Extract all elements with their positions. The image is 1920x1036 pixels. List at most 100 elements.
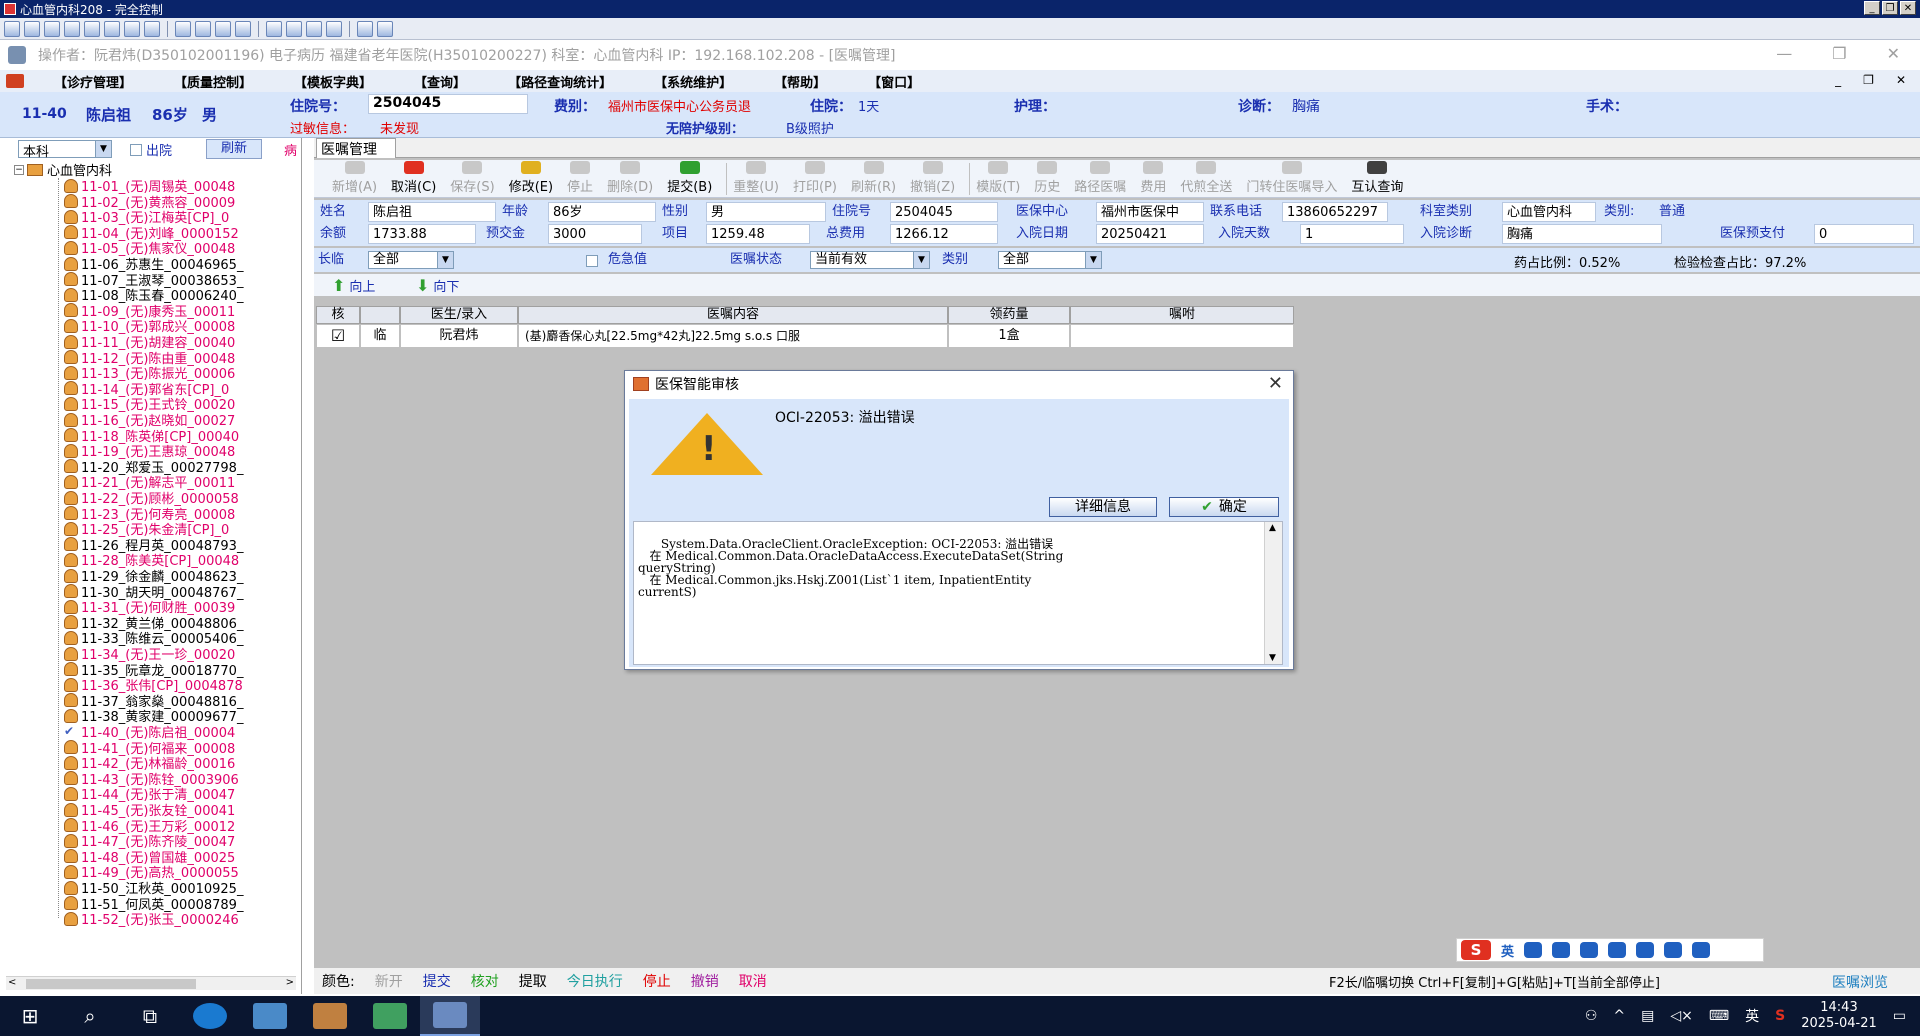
keyboard-icon[interactable] (1608, 942, 1627, 958)
ime-lang[interactable]: 英 (1501, 941, 1514, 960)
col-doctor-header[interactable]: 医生/录入 (400, 306, 518, 324)
input-lang[interactable]: 英 (1745, 1006, 1759, 1026)
critical-checkbox[interactable] (586, 255, 598, 267)
toolbar-icon[interactable] (24, 20, 40, 37)
move-up-button[interactable]: ⬆ 向上 (332, 276, 375, 295)
toolbar-icon[interactable] (84, 20, 100, 37)
col-content-header[interactable]: 医嘱内容 (518, 306, 948, 324)
scroll-down-icon[interactable]: ▼ (1269, 652, 1276, 664)
skin-icon[interactable] (1664, 942, 1683, 958)
toolbar-button[interactable]: 提交(B) (667, 161, 712, 197)
tools-icon[interactable] (1636, 942, 1655, 958)
menu-grid-icon[interactable] (1692, 942, 1711, 958)
department-select[interactable]: 本科 ▼ (18, 140, 112, 160)
discharge-checkbox[interactable]: 出院 (130, 140, 172, 159)
collapse-icon[interactable]: − (14, 164, 24, 175)
long-temp-select[interactable]: 全部 ▼ (368, 251, 454, 269)
search-button[interactable]: ⌕ (60, 996, 120, 1036)
toolbar-button[interactable]: 修改(E) (509, 161, 553, 197)
patient-list-item[interactable]: 11-52_(无)张玉_0000246 (64, 911, 239, 928)
menu-item-quality[interactable]: 【质量控制】 (174, 72, 252, 91)
tree-root[interactable]: − 心血管内科 (14, 162, 112, 179)
app-minimize-button[interactable]: — (1776, 44, 1792, 63)
chevron-up-icon[interactable]: ^ (1613, 1008, 1625, 1024)
menu-item-query[interactable]: 【查询】 (414, 72, 466, 91)
toolbar-button[interactable]: 停止 (567, 161, 593, 197)
task-view-button[interactable]: ⧉ (120, 996, 180, 1036)
toolbar-icon[interactable] (286, 20, 302, 37)
chevron-down-icon[interactable]: ▼ (913, 252, 929, 268)
toolbar-button[interactable]: 新增(A) (332, 161, 377, 197)
punctuation-icon[interactable] (1524, 942, 1543, 958)
taskbar-app-3[interactable] (360, 996, 420, 1036)
col-type-header[interactable] (360, 306, 400, 324)
toolbar-button[interactable]: 重整(U) (733, 161, 779, 197)
chevron-down-icon[interactable]: ▼ (437, 252, 453, 268)
sogou-tray-icon[interactable]: S (1775, 1008, 1785, 1024)
refresh-button[interactable]: 刷新 (206, 139, 262, 159)
toolbar-icon[interactable] (377, 20, 393, 37)
toolbar-icon[interactable] (357, 20, 373, 37)
menu-item-path-stats[interactable]: 【路径查询统计】 (508, 72, 612, 91)
toolbar-button[interactable]: 门转住医嘱导入 (1246, 161, 1337, 197)
menu-item-window[interactable]: 【窗口】 (868, 72, 920, 91)
toolbar-button[interactable]: 打印(P) (793, 161, 837, 197)
toolbar-icon[interactable] (4, 20, 20, 37)
toolbar-button[interactable]: 模版(T) (976, 161, 1020, 197)
horizontal-scrollbar[interactable]: < > (6, 976, 296, 990)
app-restore-button[interactable]: ❐ (1832, 44, 1846, 63)
toolbar-button[interactable]: 路径医嘱 (1074, 161, 1126, 197)
toolbar-icon[interactable] (175, 20, 191, 37)
vertical-scrollbar[interactable]: ▲ ▼ (1264, 522, 1282, 664)
mdi-restore-button[interactable]: ❐ (1863, 73, 1874, 87)
tab-order-management[interactable]: 医嘱管理 (316, 138, 396, 158)
toolbar-icon[interactable] (326, 20, 342, 37)
order-status-select[interactable]: 当前有效 ▼ (810, 251, 930, 269)
toolbar-icon[interactable] (235, 20, 251, 37)
col-check-header[interactable]: 核 (316, 306, 360, 324)
network-icon[interactable]: ▤ (1641, 1008, 1654, 1024)
toolbar-button[interactable]: 费用 (1140, 161, 1166, 197)
scroll-left-icon[interactable]: < (8, 977, 16, 988)
scroll-up-icon[interactable]: ▲ (1269, 522, 1276, 534)
toolbar-button[interactable]: 代煎全送 (1180, 161, 1232, 197)
toolbar-icon[interactable] (306, 20, 322, 37)
row-content[interactable]: (基)麝香保心丸[22.5mg*42丸]22.5mg s.o.s 口服 (518, 324, 948, 348)
toolbar-button[interactable]: 保存(S) (450, 161, 495, 197)
app-close-button[interactable]: ✕ (1887, 44, 1900, 63)
toolbar-icon[interactable] (266, 20, 282, 37)
chevron-down-icon[interactable]: ▼ (95, 141, 111, 157)
scrollbar-thumb[interactable] (26, 979, 196, 989)
toolbar-button[interactable]: 撤销(Z) (910, 161, 955, 197)
chevron-down-icon[interactable]: ▼ (1085, 252, 1101, 268)
ok-button[interactable]: ✔ 确定 (1169, 497, 1279, 517)
move-down-button[interactable]: ⬇ 向下 (416, 276, 459, 295)
menu-item-system[interactable]: 【系统维护】 (654, 72, 732, 91)
close-button[interactable]: ✕ (1900, 1, 1916, 15)
type-select[interactable]: 全部 ▼ (998, 251, 1102, 269)
order-browse-link[interactable]: 医嘱浏览 (1832, 972, 1888, 992)
volume-icon[interactable]: ◁× (1670, 1008, 1693, 1024)
toolbar-icon[interactable] (195, 20, 211, 37)
toolbar-button[interactable]: 互认查询 (1351, 161, 1403, 197)
toolbar-button[interactable]: 历史 (1034, 161, 1060, 197)
taskbar-app-active[interactable] (420, 996, 480, 1036)
people-icon[interactable]: ⚇ (1585, 1008, 1598, 1024)
toolbar-icon[interactable] (144, 20, 160, 37)
sogou-icon[interactable]: S (1461, 940, 1491, 960)
voice-icon[interactable] (1580, 942, 1599, 958)
notification-icon[interactable]: ▭ (1893, 1008, 1906, 1024)
toolbar-button[interactable]: 刷新(R) (851, 161, 896, 197)
toolbar-icon[interactable] (44, 20, 60, 37)
mdi-close-button[interactable]: ✕ (1896, 73, 1906, 87)
toolbar-icon[interactable] (104, 20, 120, 37)
scroll-right-icon[interactable]: > (286, 977, 294, 988)
checkbox-icon[interactable] (130, 143, 142, 156)
menu-item-help[interactable]: 【帮助】 (774, 72, 826, 91)
toolbar-icon[interactable] (124, 20, 140, 37)
toolbar-button[interactable]: 删除(D) (607, 161, 653, 197)
mdi-minimize-button[interactable]: _ (1835, 73, 1841, 87)
error-detail-text[interactable]: System.Data.OracleClient.OracleException… (633, 521, 1283, 665)
restore-button[interactable]: ❐ (1882, 1, 1898, 15)
menu-item-clinic[interactable]: 【诊疗管理】 (54, 72, 132, 91)
